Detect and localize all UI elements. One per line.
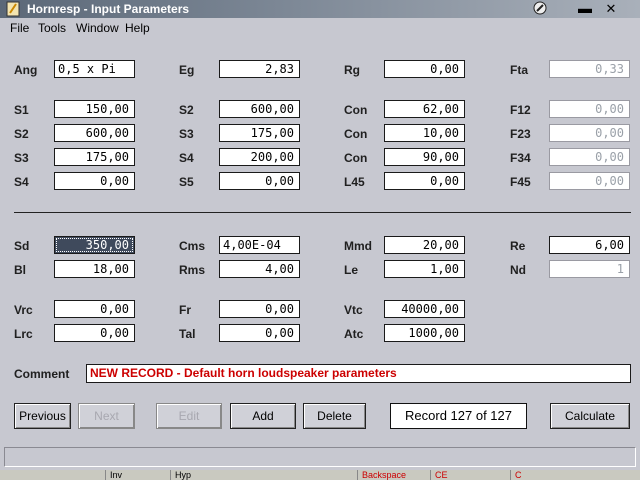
field-mmd[interactable]: 20,00 bbox=[384, 236, 465, 254]
label-re: Re bbox=[510, 239, 526, 253]
previous-button[interactable]: Previous bbox=[14, 403, 71, 429]
field-rg[interactable]: 0,00 bbox=[384, 60, 465, 78]
label-fta: Fta bbox=[510, 63, 528, 77]
label-bl: Bl bbox=[14, 263, 26, 277]
field-vrc[interactable]: 0,00 bbox=[54, 300, 135, 318]
label-s2-seg1: S2 bbox=[179, 103, 194, 117]
next-button[interactable]: Next bbox=[78, 403, 135, 429]
label-f23: F23 bbox=[510, 127, 531, 141]
field-ang[interactable]: 0,5 x Pi bbox=[54, 60, 135, 78]
menu-help[interactable]: Help bbox=[125, 21, 150, 35]
field-lrc[interactable]: 0,00 bbox=[54, 324, 135, 342]
calc-hyp-key: Hyp bbox=[170, 470, 215, 480]
field-s2[interactable]: 600,00 bbox=[54, 124, 135, 142]
field-con1[interactable]: 62,00 bbox=[384, 100, 465, 118]
background-calculator-strip: Inv Hyp Backspace CE C bbox=[0, 470, 640, 480]
delete-button[interactable]: Delete bbox=[303, 403, 366, 429]
label-s4-seg3: S4 bbox=[179, 151, 194, 165]
label-s2: S2 bbox=[14, 127, 29, 141]
comment-field[interactable]: NEW RECORD - Default horn loudspeaker pa… bbox=[86, 364, 631, 383]
label-s3-seg2: S3 bbox=[179, 127, 194, 141]
field-s3-seg2[interactable]: 175,00 bbox=[219, 124, 300, 142]
edit-button[interactable]: Edit bbox=[156, 403, 222, 429]
add-button[interactable]: Add bbox=[230, 403, 296, 429]
field-con2[interactable]: 10,00 bbox=[384, 124, 465, 142]
label-s4: S4 bbox=[14, 175, 29, 189]
label-vtc: Vtc bbox=[344, 303, 363, 317]
field-f34[interactable]: 0,00 bbox=[549, 148, 630, 166]
field-l45[interactable]: 0,00 bbox=[384, 172, 465, 190]
label-atc: Atc bbox=[344, 327, 364, 341]
label-s3: S3 bbox=[14, 151, 29, 165]
field-nd[interactable]: 1 bbox=[549, 260, 630, 278]
label-cms: Cms bbox=[179, 239, 206, 253]
field-f12[interactable]: 0,00 bbox=[549, 100, 630, 118]
label-eg: Eg bbox=[179, 63, 195, 77]
calc-inv-key: Inv bbox=[105, 470, 150, 480]
section-divider bbox=[14, 212, 631, 213]
label-comment: Comment bbox=[14, 367, 70, 381]
field-tal[interactable]: 0,00 bbox=[219, 324, 300, 342]
label-f34: F34 bbox=[510, 151, 531, 165]
field-le[interactable]: 1,00 bbox=[384, 260, 465, 278]
label-rg: Rg bbox=[344, 63, 360, 77]
field-s5[interactable]: 0,00 bbox=[219, 172, 300, 190]
label-lrc: Lrc bbox=[14, 327, 33, 341]
label-tal: Tal bbox=[179, 327, 196, 341]
title-bar: Hornresp - Input Parameters ▬ ✕ bbox=[0, 0, 640, 18]
field-s1[interactable]: 150,00 bbox=[54, 100, 135, 118]
field-s4[interactable]: 0,00 bbox=[54, 172, 135, 190]
label-l45: L45 bbox=[344, 175, 365, 189]
window-title: Hornresp - Input Parameters bbox=[27, 2, 190, 16]
label-fr: Fr bbox=[179, 303, 191, 317]
label-con1: Con bbox=[344, 103, 368, 117]
label-con3: Con bbox=[344, 151, 368, 165]
field-s4-seg3[interactable]: 200,00 bbox=[219, 148, 300, 166]
label-sd: Sd bbox=[14, 239, 30, 253]
calc-ce-key: CE bbox=[430, 470, 495, 480]
label-f45: F45 bbox=[510, 175, 531, 189]
record-counter: Record 127 of 127 bbox=[390, 403, 527, 429]
label-rms: Rms bbox=[179, 263, 206, 277]
field-rms[interactable]: 4,00 bbox=[219, 260, 300, 278]
label-vrc: Vrc bbox=[14, 303, 33, 317]
field-atc[interactable]: 1000,00 bbox=[384, 324, 465, 342]
field-s3[interactable]: 175,00 bbox=[54, 148, 135, 166]
calc-c-key: C bbox=[510, 470, 555, 480]
field-bl[interactable]: 18,00 bbox=[54, 260, 135, 278]
label-le: Le bbox=[344, 263, 359, 277]
field-cms[interactable]: 4,00E-04 bbox=[219, 236, 300, 254]
field-vtc[interactable]: 40000,00 bbox=[384, 300, 465, 318]
field-fr[interactable]: 0,00 bbox=[219, 300, 300, 318]
label-f12: F12 bbox=[510, 103, 531, 117]
menu-window[interactable]: Window bbox=[76, 21, 119, 35]
calc-backspace-key: Backspace bbox=[357, 470, 422, 480]
field-s2-seg1[interactable]: 600,00 bbox=[219, 100, 300, 118]
label-nd: Nd bbox=[510, 263, 526, 277]
menu-file[interactable]: File bbox=[10, 21, 29, 35]
field-sd[interactable]: 350,00 bbox=[54, 236, 135, 254]
field-eg[interactable]: 2,83 bbox=[219, 60, 300, 78]
field-con3[interactable]: 90,00 bbox=[384, 148, 465, 166]
program-icon[interactable] bbox=[533, 1, 547, 15]
hornresp-app-icon bbox=[6, 1, 20, 17]
label-s1: S1 bbox=[14, 103, 29, 117]
label-con2: Con bbox=[344, 127, 368, 141]
label-mmd: Mmd bbox=[344, 239, 372, 253]
close-button[interactable]: ✕ bbox=[604, 2, 618, 16]
calculate-button[interactable]: Calculate bbox=[550, 403, 630, 429]
field-fta[interactable]: 0,33 bbox=[549, 60, 630, 78]
field-f45[interactable]: 0,00 bbox=[549, 172, 630, 190]
label-s5: S5 bbox=[179, 175, 194, 189]
label-ang: Ang bbox=[14, 63, 38, 77]
minimize-button[interactable]: ▬ bbox=[578, 1, 592, 16]
status-bar bbox=[4, 447, 636, 467]
menu-tools[interactable]: Tools bbox=[38, 21, 66, 35]
field-re[interactable]: 6,00 bbox=[549, 236, 630, 254]
field-f23[interactable]: 0,00 bbox=[549, 124, 630, 142]
menu-bar: File Tools Window Help bbox=[0, 18, 640, 38]
